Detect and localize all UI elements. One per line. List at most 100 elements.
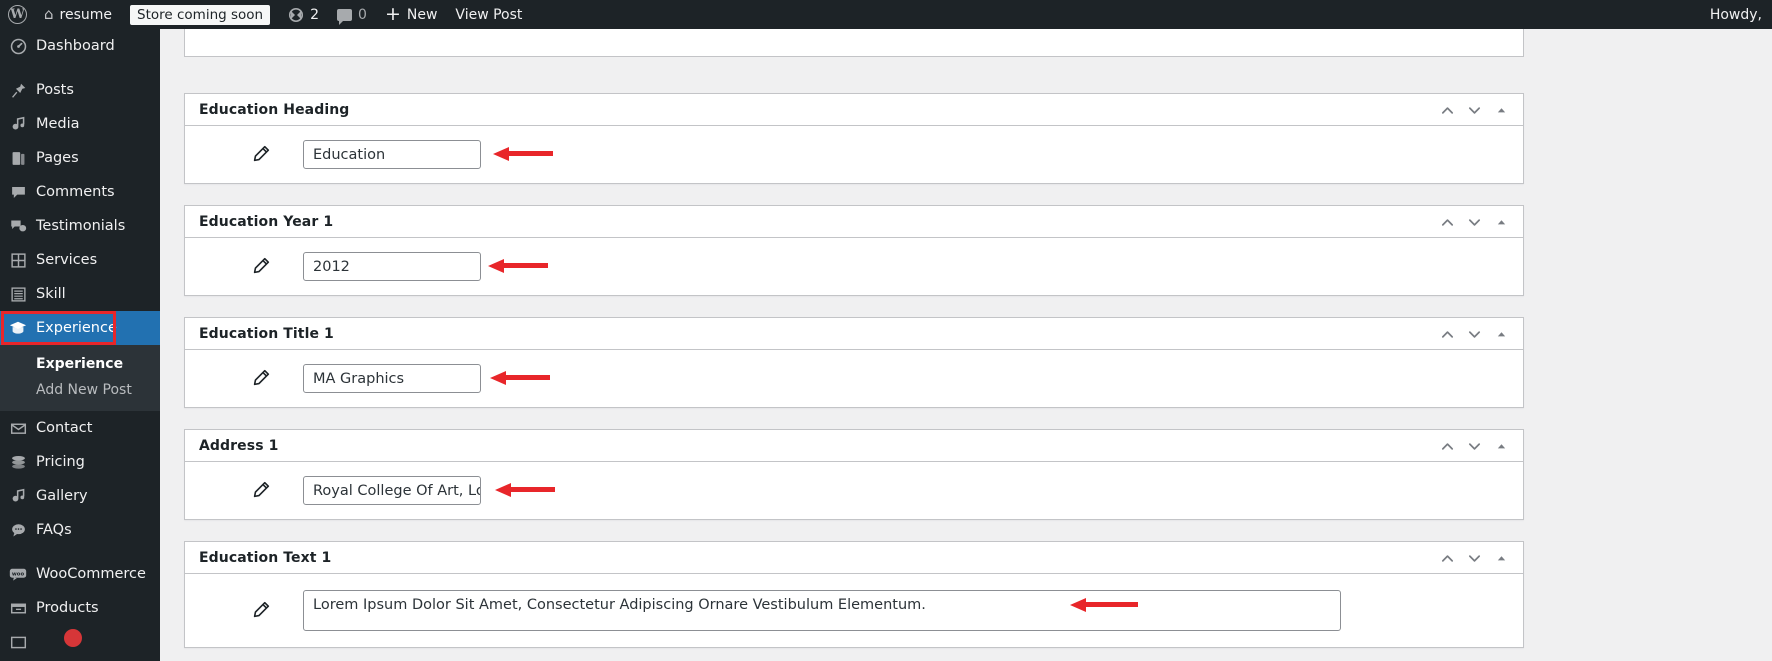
comments-button[interactable]: 0	[328, 0, 376, 29]
chevron-down-icon[interactable]	[1461, 319, 1488, 349]
sidebar-label: Posts	[36, 82, 74, 98]
education-text-1-textarea[interactable]: Lorem Ipsum Dolor Sit Amet, Consectetur …	[303, 590, 1341, 631]
panel-education-title-1: Education Title 1 MA Graphics	[184, 317, 1524, 408]
media-icon	[0, 488, 36, 505]
pencil-icon	[245, 481, 275, 500]
pencil-icon	[245, 145, 275, 164]
sidebar-item-dashboard[interactable]: Dashboard	[0, 29, 160, 63]
submenu-item-experience[interactable]: Experience	[0, 351, 160, 377]
sidebar-item-testimonials[interactable]: Testimonials	[0, 209, 160, 243]
sidebar-label: Products	[36, 600, 99, 616]
annotation-arrow	[493, 147, 553, 161]
grid-icon	[0, 252, 36, 269]
sidebar-label: FAQs	[36, 522, 72, 538]
chevron-up-icon[interactable]	[1434, 543, 1461, 573]
sidebar-item-faqs[interactable]: FAQs	[0, 513, 160, 547]
chevron-down-icon[interactable]	[1461, 431, 1488, 461]
svg-text:woo: woo	[12, 571, 25, 577]
panel-header: Education Heading	[185, 94, 1523, 126]
panel-header: Education Text 1	[185, 542, 1523, 574]
panel-controls	[1434, 94, 1515, 126]
sidebar-item-skill[interactable]: Skill	[0, 277, 160, 311]
education-year-1-input[interactable]: 2012	[303, 252, 481, 281]
caret-up-icon[interactable]	[1488, 207, 1515, 237]
sidebar-label: WooCommerce	[36, 566, 146, 582]
sidebar-item-services[interactable]: Services	[0, 243, 160, 277]
page-icon	[0, 150, 36, 167]
sidebar-item-products[interactable]: Products	[0, 591, 160, 625]
partial-icon	[0, 634, 36, 651]
site-name-label: resume	[59, 6, 113, 23]
caret-up-icon[interactable]	[1488, 95, 1515, 125]
store-coming-soon-label: Store coming soon	[130, 4, 271, 25]
panel-body: Lorem Ipsum Dolor Sit Amet, Consectetur …	[185, 574, 1523, 647]
panel-body: 2012	[185, 238, 1523, 295]
panel-education-heading: Education Heading Education	[184, 93, 1524, 184]
address-1-input[interactable]: Royal College Of Art, London	[303, 476, 481, 505]
main-content-area: Education Heading Education Education Ye…	[160, 29, 1772, 661]
products-icon	[0, 600, 36, 617]
update-count-badge	[64, 629, 82, 647]
pencil-icon	[245, 601, 275, 620]
panel-controls	[1434, 318, 1515, 350]
list-icon	[0, 286, 36, 303]
sidebar-submenu-experience: Experience Add New Post	[0, 345, 160, 411]
dashboard-icon	[0, 38, 36, 55]
caret-up-icon[interactable]	[1488, 543, 1515, 573]
caret-up-icon[interactable]	[1488, 319, 1515, 349]
sidebar-item-posts[interactable]: Posts	[0, 73, 160, 107]
admin-bar: W ⌂ resume Store coming soon 2 0 + New V…	[0, 0, 1772, 29]
envelope-icon	[0, 420, 36, 437]
view-post-button[interactable]: View Post	[446, 0, 531, 29]
coins-icon	[0, 454, 36, 471]
panel-body: Education	[185, 126, 1523, 183]
chevron-down-icon[interactable]	[1461, 95, 1488, 125]
update-arrows-icon	[288, 7, 304, 23]
chevron-up-icon[interactable]	[1434, 95, 1461, 125]
store-coming-soon-badge[interactable]: Store coming soon	[121, 0, 279, 29]
new-content-button[interactable]: + New	[376, 0, 446, 29]
sidebar-label: Media	[36, 116, 80, 132]
sidebar-label: Pages	[36, 150, 79, 166]
sidebar-item-gallery[interactable]: Gallery	[0, 479, 160, 513]
caret-up-icon[interactable]	[1488, 431, 1515, 461]
sidebar-label: Services	[36, 252, 98, 268]
sidebar-item-woocommerce[interactable]: woo WooCommerce	[0, 557, 160, 591]
annotation-arrow	[495, 483, 555, 497]
comments-count: 0	[358, 6, 367, 23]
sidebar-label: Comments	[36, 184, 115, 200]
chevron-up-icon[interactable]	[1434, 431, 1461, 461]
panel-header: Education Year 1	[185, 206, 1523, 238]
sidebar-item-truncated[interactable]	[0, 625, 160, 659]
chevron-down-icon[interactable]	[1461, 543, 1488, 573]
updates-count: 2	[310, 6, 320, 23]
howdy-account-menu[interactable]: Howdy,	[1700, 7, 1772, 23]
chevron-up-icon[interactable]	[1434, 207, 1461, 237]
sidebar-item-media[interactable]: Media	[0, 107, 160, 141]
education-heading-input[interactable]: Education	[303, 140, 481, 169]
panel-controls	[1434, 542, 1515, 574]
chevron-down-icon[interactable]	[1461, 207, 1488, 237]
panel-header: Address 1	[185, 430, 1523, 462]
admin-sidebar-menu: Dashboard Posts Media Pages Comments Tes…	[0, 29, 160, 661]
panel-address-1: Address 1 Royal College Of Art, London	[184, 429, 1524, 520]
panel-body: Royal College Of Art, London	[185, 462, 1523, 519]
updates-button[interactable]: 2	[279, 0, 328, 29]
education-title-1-input[interactable]: MA Graphics	[303, 364, 481, 393]
comment-icon	[0, 184, 36, 201]
sidebar-item-comments[interactable]: Comments	[0, 175, 160, 209]
sidebar-item-experience[interactable]: Experience	[0, 311, 160, 345]
sidebar-item-pricing[interactable]: Pricing	[0, 445, 160, 479]
sidebar-item-pages[interactable]: Pages	[0, 141, 160, 175]
panel-controls	[1434, 430, 1515, 462]
new-label: New	[406, 6, 438, 23]
home-icon: ⌂	[44, 5, 54, 23]
panel-title: Education Heading	[199, 101, 350, 118]
panel-title: Address 1	[199, 437, 279, 454]
panel-education-year-1: Education Year 1 2012	[184, 205, 1524, 296]
chevron-up-icon[interactable]	[1434, 319, 1461, 349]
submenu-item-add-new-post[interactable]: Add New Post	[0, 377, 160, 403]
site-name-button[interactable]: ⌂ resume	[35, 0, 121, 29]
wordpress-logo-button[interactable]: W	[0, 0, 35, 29]
sidebar-item-contact[interactable]: Contact	[0, 411, 160, 445]
